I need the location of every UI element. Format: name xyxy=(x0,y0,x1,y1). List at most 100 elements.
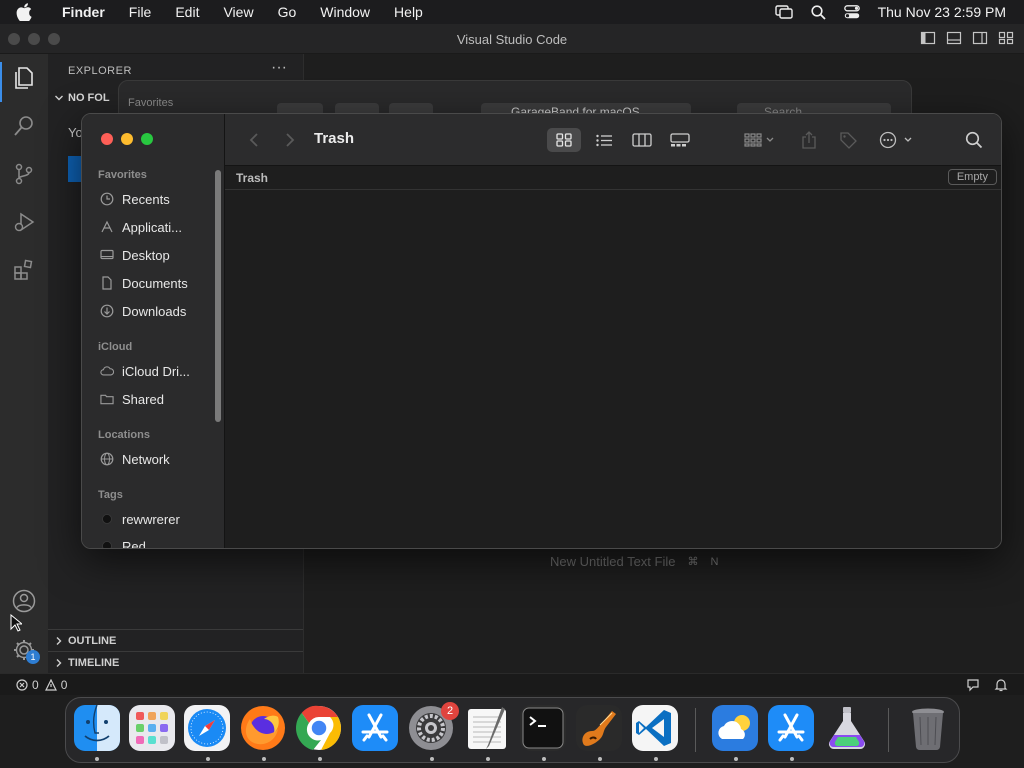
icloud-section-label: iCloud xyxy=(98,341,133,353)
locations-section-label: Locations xyxy=(98,429,150,441)
activity-bar xyxy=(0,54,48,673)
sidebar-item-network[interactable]: Network xyxy=(100,448,170,470)
group-grid-icon xyxy=(744,133,774,147)
dock-chrome-icon[interactable] xyxy=(296,705,342,751)
sidebar-item-desktop[interactable]: Desktop xyxy=(100,244,170,266)
tags-button[interactable] xyxy=(835,128,861,152)
errors-icon[interactable] xyxy=(16,678,28,691)
menu-bar-clock[interactable]: Thu Nov 23 2:59 PM xyxy=(878,4,1006,20)
sidebar-item-label: Red xyxy=(122,538,146,549)
search-icon xyxy=(965,131,983,149)
customize-layout-icon[interactable] xyxy=(998,30,1014,46)
action-menu-button[interactable] xyxy=(877,128,917,152)
dock-vscode-icon[interactable] xyxy=(632,705,678,751)
sidebar-item-label: Applicati... xyxy=(122,219,182,235)
hint-key-command: ⌘ xyxy=(687,556,699,568)
sidebar-item-label: Desktop xyxy=(122,247,170,263)
feedback-icon[interactable] xyxy=(966,678,980,692)
search-icon[interactable] xyxy=(10,112,38,140)
dock-automator-icon[interactable] xyxy=(824,705,870,751)
toggle-primary-sidebar-icon[interactable] xyxy=(920,30,936,46)
gallery-view-button[interactable] xyxy=(663,128,697,152)
group-by-button[interactable] xyxy=(739,128,779,152)
dock-safari-icon[interactable] xyxy=(184,705,230,751)
screen-mirroring-icon[interactable] xyxy=(774,5,793,19)
toggle-secondary-sidebar-icon[interactable] xyxy=(972,30,988,46)
menu-finder[interactable]: Finder xyxy=(50,0,117,24)
download-icon xyxy=(100,304,114,318)
warnings-count[interactable]: 0 xyxy=(61,678,68,692)
outline-section[interactable]: OUTLINE xyxy=(48,629,303,651)
dock-textedit-icon[interactable] xyxy=(464,705,510,751)
gallery-icon xyxy=(670,133,690,147)
menu-go[interactable]: Go xyxy=(266,0,309,24)
dock-terminal-icon[interactable] xyxy=(520,705,566,751)
sidebar-item-icloud-drive[interactable]: iCloud Dri... xyxy=(100,360,190,382)
no-folder-section[interactable]: NO FOL xyxy=(54,92,110,104)
menu-edit[interactable]: Edit xyxy=(163,0,211,24)
share-button[interactable] xyxy=(797,128,821,152)
sidebar-item-shared[interactable]: Shared xyxy=(100,388,164,410)
apple-menu-icon[interactable] xyxy=(16,3,38,21)
spotlight-search-icon[interactable] xyxy=(810,4,826,20)
sidebar-scrollbar[interactable] xyxy=(215,170,221,422)
sidebar-item-label: Recents xyxy=(122,191,170,207)
warnings-icon[interactable] xyxy=(44,678,57,691)
source-control-icon[interactable] xyxy=(10,160,38,188)
system-settings-badge: 2 xyxy=(441,702,459,720)
column-view-button[interactable] xyxy=(625,128,659,152)
dock-trash-icon[interactable] xyxy=(905,705,951,751)
applications-icon xyxy=(100,220,114,234)
errors-count[interactable]: 0 xyxy=(32,678,39,692)
dock-firefox-icon[interactable] xyxy=(240,705,286,751)
sidebar-item-label: iCloud Dri... xyxy=(122,363,190,379)
tags-section-label: Tags xyxy=(98,489,123,501)
list-view-button[interactable] xyxy=(587,128,621,152)
dock-garageband-icon[interactable] xyxy=(576,705,622,751)
extensions-icon[interactable] xyxy=(10,256,38,284)
control-center-icon[interactable] xyxy=(843,5,860,19)
trash-header-label: Trash xyxy=(236,171,269,185)
notifications-bell-icon[interactable] xyxy=(994,678,1008,692)
desktop-icon xyxy=(100,248,114,262)
chevron-right-icon xyxy=(54,636,64,646)
toggle-panel-icon[interactable] xyxy=(946,30,962,46)
back-button[interactable] xyxy=(245,128,263,152)
sidebar-item-downloads[interactable]: Downloads xyxy=(100,300,186,322)
layout-controls xyxy=(920,30,1014,46)
accounts-icon[interactable] xyxy=(10,587,38,615)
sidebar-item-recents[interactable]: Recents xyxy=(100,188,170,210)
sidebar-item-documents[interactable]: Documents xyxy=(100,272,188,294)
icon-view-button[interactable] xyxy=(547,128,581,152)
finder-minimize-button[interactable] xyxy=(121,133,133,145)
dock-app-store-icon[interactable] xyxy=(352,705,398,751)
timeline-section[interactable]: TIMELINE xyxy=(48,651,303,673)
sidebar-item-applications[interactable]: Applicati... xyxy=(100,216,182,238)
menu-view[interactable]: View xyxy=(211,0,265,24)
forward-button[interactable] xyxy=(281,128,299,152)
empty-trash-button[interactable]: Empty xyxy=(947,169,997,185)
menu-help[interactable]: Help xyxy=(382,0,435,24)
dock-launchpad-icon[interactable] xyxy=(129,705,175,751)
dock-finder-icon[interactable] xyxy=(74,705,120,751)
sidebar-item-tag-red[interactable]: Red xyxy=(100,535,146,549)
explorer-more-actions[interactable]: ··· xyxy=(271,59,287,77)
sidebar-item-tag-rewwrerer[interactable]: rewwrerer xyxy=(100,508,180,530)
active-indicator xyxy=(0,62,2,102)
dock: 2 xyxy=(65,697,960,763)
running-indicator xyxy=(654,757,658,761)
menu-file[interactable]: File xyxy=(117,0,164,24)
dock-weather-icon[interactable] xyxy=(712,705,758,751)
explorer-files-icon[interactable] xyxy=(10,64,38,92)
chevron-down-icon xyxy=(54,93,64,103)
dock-app-store-2-icon[interactable] xyxy=(768,705,814,751)
finder-zoom-button[interactable] xyxy=(141,133,153,145)
running-indicator xyxy=(734,757,738,761)
finder-close-button[interactable] xyxy=(101,133,113,145)
menu-window[interactable]: Window xyxy=(308,0,382,24)
chevron-right-icon xyxy=(54,658,64,668)
tag-dot-icon xyxy=(100,539,114,548)
run-debug-icon[interactable] xyxy=(10,208,38,236)
tag-dot-icon xyxy=(100,512,114,526)
search-button[interactable] xyxy=(962,128,986,152)
